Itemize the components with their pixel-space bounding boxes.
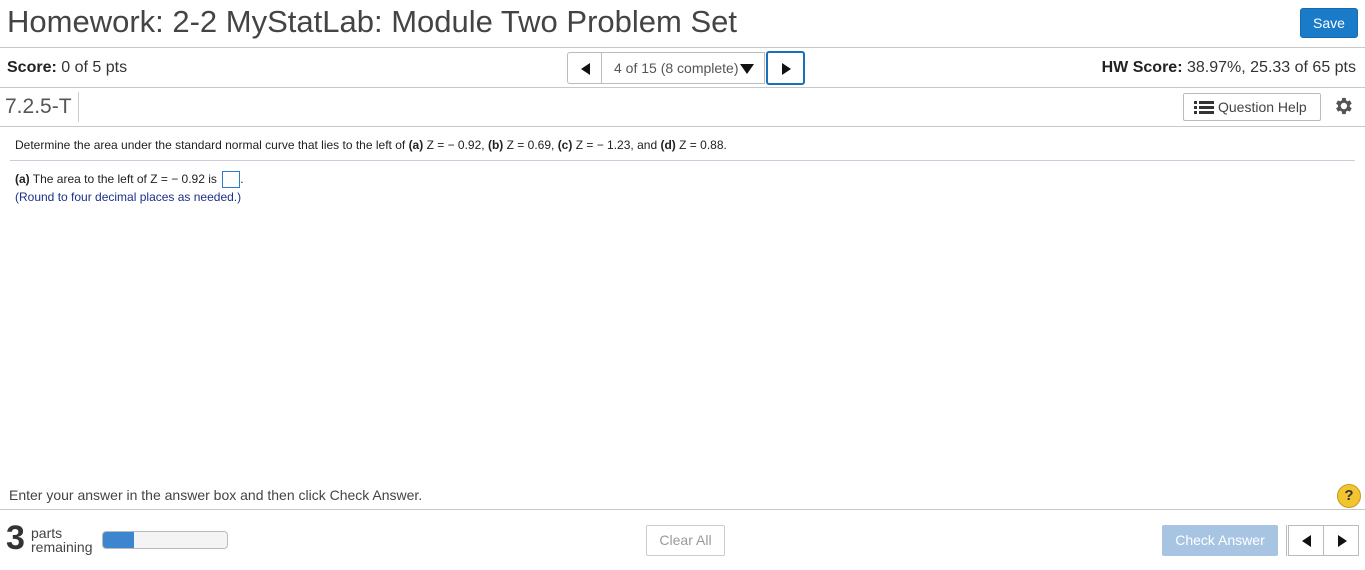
footer-bar: 3 parts remaining Clear All Check Answer — [0, 509, 1365, 570]
save-button[interactable]: Save — [1300, 8, 1358, 38]
score-value: 0 of 5 pts — [61, 59, 128, 76]
hw-score-value: 38.97%, 25.33 of 65 pts — [1186, 59, 1356, 76]
answer-input[interactable] — [222, 171, 241, 188]
question-help-button[interactable]: Question Help — [1183, 93, 1321, 121]
question-divider — [10, 160, 1355, 161]
hw-score: HW Score: 38.97%, 25.33 of 65 pts — [1102, 59, 1356, 77]
score-label: Score: — [7, 59, 57, 76]
parts-label-line2: remaining — [31, 539, 93, 555]
parts-remaining-count: 3 — [6, 519, 25, 557]
question-id-bar: 7.2.5-T Question Help — [0, 88, 1365, 127]
expr-c: Z = − 1.23, — [575, 138, 634, 152]
part-a-label: (a) — [15, 172, 30, 186]
footer-previous-button[interactable] — [1288, 525, 1324, 556]
question-score: Score: 0 of 5 pts — [7, 59, 127, 77]
previous-question-button[interactable] — [567, 52, 602, 84]
part-a-period: . — [240, 172, 244, 186]
instruction-text: Enter your answer in the answer box and … — [9, 487, 423, 503]
question-help-label: Question Help — [1218, 99, 1307, 115]
question-selector-dropdown[interactable]: 4 of 15 (8 complete) — [601, 52, 765, 84]
divider — [78, 92, 79, 122]
part-a-prompt: (a) The area to the left of Z = − 0.92 i… — [15, 171, 244, 188]
next-question-button[interactable] — [766, 51, 805, 85]
rounding-note: (Round to four decimal places as needed.… — [15, 190, 242, 204]
parts-remaining-label: parts remaining — [31, 526, 92, 554]
score-bar: Score: 0 of 5 pts 4 of 15 (8 complete) H… — [0, 48, 1365, 88]
dropdown-caret-icon — [740, 64, 754, 74]
question-position: 4 of 15 (8 complete) — [614, 60, 739, 76]
footer-next-button[interactable] — [1323, 525, 1359, 556]
expr-a: Z = − 0.92, — [426, 138, 485, 152]
check-answer-button[interactable]: Check Answer — [1162, 525, 1278, 556]
question-text: Determine the area under the standard no… — [15, 138, 727, 152]
question-prefix: Determine the area under the standard no… — [15, 138, 409, 152]
footer-divider — [1286, 525, 1287, 556]
clear-all-button[interactable]: Clear All — [646, 525, 725, 556]
expr-b: Z = 0.69, — [506, 138, 555, 152]
progress-bar-fill — [103, 532, 134, 548]
page-title: Homework: 2-2 MyStatLab: Module Two Prob… — [7, 4, 737, 39]
title-bar: Homework: 2-2 MyStatLab: Module Two Prob… — [0, 0, 1365, 48]
hw-score-label: HW Score: — [1101, 59, 1183, 76]
help-icon[interactable]: ? — [1337, 484, 1361, 508]
list-icon — [1194, 101, 1214, 115]
part-label-a: (a) — [408, 138, 424, 152]
part-label-c: (c) — [557, 138, 573, 152]
gear-icon[interactable] — [1332, 95, 1354, 117]
part-label-d: (d) — [660, 138, 676, 152]
part-label-b: (b) — [487, 138, 504, 152]
expr-d: Z = 0.88. — [679, 138, 727, 152]
part-a-text: The area to the left of Z = − 0.92 is — [32, 172, 217, 186]
and-text: and — [637, 138, 658, 152]
progress-bar — [102, 531, 228, 549]
question-id: 7.2.5-T — [5, 95, 72, 118]
